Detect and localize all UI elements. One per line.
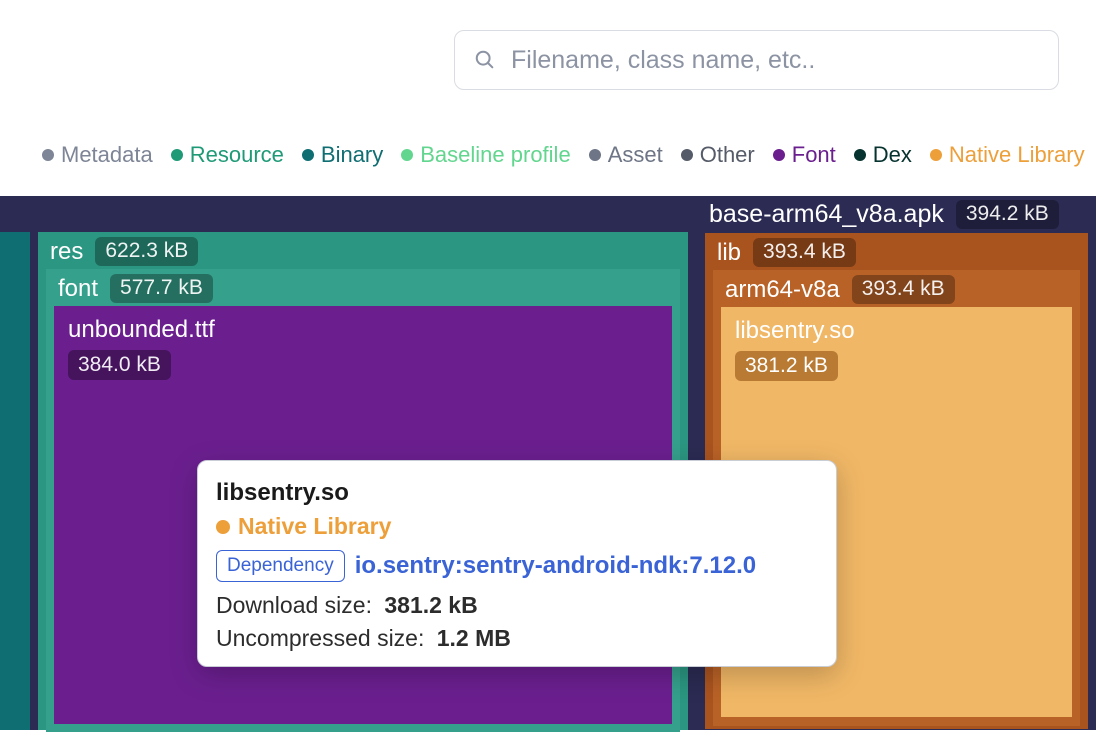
legend-dot xyxy=(42,149,54,161)
treemap-node-header: font 577.7 kB xyxy=(46,269,680,306)
size-badge: 393.4 kB xyxy=(852,275,955,304)
treemap-node-header: arm64-v8a 393.4 kB xyxy=(713,270,1080,307)
legend-item-native-library[interactable]: Native Library xyxy=(930,142,1085,168)
legend-label: Metadata xyxy=(61,142,153,168)
treemap-node-binary-sliver[interactable] xyxy=(0,222,32,730)
legend-label: Other xyxy=(700,142,755,168)
legend-label: Baseline profile xyxy=(420,142,570,168)
legend-item-resource[interactable]: Resource xyxy=(171,142,284,168)
treemap-node-label: res xyxy=(50,238,83,266)
tooltip-dependency-row: Dependency io.sentry:sentry-android-ndk:… xyxy=(216,550,818,582)
tooltip-download-size: Download size: 381.2 kB xyxy=(216,592,818,619)
legend-item-baseline-profile[interactable]: Baseline profile xyxy=(401,142,570,168)
dependency-badge: Dependency xyxy=(216,550,345,582)
search-container xyxy=(454,30,1059,90)
legend-dot xyxy=(401,149,413,161)
legend-item-metadata[interactable]: Metadata xyxy=(42,142,153,168)
size-badge: 394.2 kB xyxy=(956,200,1059,229)
tooltip-row-label: Uncompressed size: xyxy=(216,625,424,651)
size-badge: 393.4 kB xyxy=(753,238,856,267)
legend: Metadata Resource Binary Baseline profil… xyxy=(42,142,1085,168)
search-input[interactable] xyxy=(454,30,1059,90)
legend-item-asset[interactable]: Asset xyxy=(589,142,663,168)
legend-dot xyxy=(773,149,785,161)
tooltip-row-label: Download size: xyxy=(216,592,372,618)
legend-dot xyxy=(930,149,942,161)
treemap-node-apk[interactable]: base-arm64_v8a.apk 394.2 kB xyxy=(697,196,1096,233)
legend-label: Native Library xyxy=(949,142,1085,168)
legend-label: Font xyxy=(792,142,836,168)
size-badge: 577.7 kB xyxy=(110,274,213,303)
treemap-file-name: libsentry.so xyxy=(735,317,1058,345)
treemap-node-label: lib xyxy=(717,239,741,267)
tooltip-row-value: 381.2 kB xyxy=(384,592,477,618)
legend-dot xyxy=(302,149,314,161)
tooltip-category: Native Library xyxy=(216,513,818,540)
legend-item-font[interactable]: Font xyxy=(773,142,836,168)
legend-label: Resource xyxy=(190,142,284,168)
legend-label: Asset xyxy=(608,142,663,168)
treemap-node-header: res 622.3 kB xyxy=(38,232,688,269)
legend-dot xyxy=(854,149,866,161)
legend-label: Binary xyxy=(321,142,383,168)
legend-dot xyxy=(681,149,693,161)
size-badge: 622.3 kB xyxy=(95,237,198,266)
search-icon xyxy=(474,49,496,71)
legend-item-dex[interactable]: Dex xyxy=(854,142,912,168)
treemap-node-header: lib 393.4 kB xyxy=(705,233,1088,270)
size-badge: 384.0 kB xyxy=(68,350,171,380)
legend-label: Dex xyxy=(873,142,912,168)
treemap-node-label: base-arm64_v8a.apk xyxy=(709,200,944,229)
treemap-node-label: arm64-v8a xyxy=(725,276,840,304)
category-dot-icon xyxy=(216,520,230,534)
size-badge: 381.2 kB xyxy=(735,351,838,381)
tooltip-title: libsentry.so xyxy=(216,479,818,507)
dependency-value: io.sentry:sentry-android-ndk:7.12.0 xyxy=(355,552,756,580)
legend-dot xyxy=(589,149,601,161)
treemap-file-name: unbounded.ttf xyxy=(68,316,658,344)
legend-dot xyxy=(171,149,183,161)
tooltip-category-label: Native Library xyxy=(238,513,391,540)
legend-item-binary[interactable]: Binary xyxy=(302,142,383,168)
treemap-node-label: font xyxy=(58,275,98,303)
legend-item-other[interactable]: Other xyxy=(681,142,755,168)
tooltip-popover: libsentry.so Native Library Dependency i… xyxy=(197,460,837,667)
tooltip-uncompressed-size: Uncompressed size: 1.2 MB xyxy=(216,625,818,652)
tooltip-row-value: 1.2 MB xyxy=(437,625,511,651)
